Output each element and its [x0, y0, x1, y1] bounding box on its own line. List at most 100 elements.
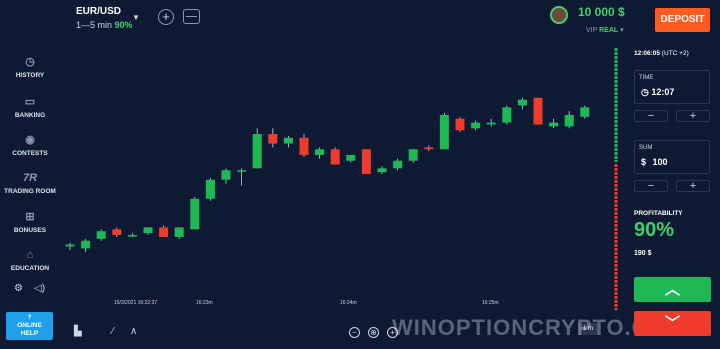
gear-icon[interactable]: ⚙ — [14, 283, 23, 294]
candle-body — [159, 227, 169, 237]
account-prefix: VIP — [586, 27, 598, 34]
candle-body — [549, 122, 559, 127]
candle-body — [439, 114, 449, 150]
account-balance[interactable]: 10 000 $ — [578, 5, 625, 19]
candle-body — [315, 149, 325, 155]
clock-icon: ◷ — [641, 87, 649, 97]
sum-field-value: $ 100 — [641, 157, 668, 167]
candle-body — [112, 229, 122, 236]
deposit-button[interactable]: DEPOSIT — [655, 8, 710, 32]
asset-expiry: 1—5 min 90% — [76, 20, 133, 30]
candle-body — [361, 149, 371, 175]
history-icon: ◷ — [25, 56, 35, 68]
candle-body — [424, 147, 434, 150]
candle-body — [127, 235, 137, 237]
call-up-button[interactable]: ︿ — [634, 277, 711, 302]
profitability-value: 90% — [634, 219, 675, 241]
chevron-up-icon: ︿ — [664, 281, 680, 298]
chart-type-icon[interactable]: ▙ — [74, 326, 82, 337]
gift-icon: ⊞ — [25, 211, 35, 223]
candle-body — [330, 149, 340, 165]
help-label-line2: HELP — [20, 330, 39, 337]
sidebar-item-trading-room[interactable]: 7R TRADING ROOM — [0, 172, 60, 195]
candle-body — [252, 134, 262, 169]
candle-body — [393, 160, 403, 169]
candle-body — [299, 137, 309, 155]
timezone: (UTC +2) — [661, 50, 689, 57]
avatar[interactable] — [550, 6, 568, 24]
sidebar-item-label: CONTESTS — [12, 150, 48, 157]
sidebar-item-label: BANKING — [14, 112, 46, 119]
candle-body — [346, 154, 356, 161]
indicators-icon[interactable]: ∧ — [130, 326, 137, 337]
sidebar-item-history[interactable]: ◷ HISTORY — [0, 56, 60, 79]
sidebar-item-label: HISTORY — [15, 72, 45, 79]
candle-body — [377, 168, 387, 173]
chevron-down-icon[interactable]: ▼ — [132, 13, 140, 22]
sidebar-item-contests[interactable]: ◉ CONTESTS — [0, 134, 60, 157]
candle-body — [65, 244, 75, 247]
online-help-button[interactable]: ? ONLINE HELP — [6, 312, 53, 340]
expiry-range: 1—5 min — [76, 20, 113, 30]
time-decrease-button[interactable]: − — [634, 110, 668, 122]
server-time: 12:06:05 — [634, 50, 661, 57]
candle-body — [81, 240, 91, 249]
candle-body — [564, 114, 574, 127]
candle-body — [283, 137, 293, 144]
candle-body — [502, 107, 512, 123]
asset-payout: 90% — [114, 20, 133, 30]
put-down-button[interactable]: ﹀ — [634, 311, 711, 336]
sum-field-label: SUM — [639, 145, 653, 151]
currency-symbol: $ — [641, 157, 647, 167]
candle-body — [143, 227, 153, 234]
candle-body — [471, 122, 481, 129]
time-label: 16:25m — [482, 300, 499, 306]
candle-body — [268, 134, 278, 144]
sidebar-item-education[interactable]: ⌂ EDUCATION — [0, 249, 60, 272]
layout-toggle-button[interactable] — [183, 9, 200, 24]
profitability-label: PROFITABILITY — [634, 210, 683, 217]
trophy-icon: ◉ — [25, 134, 35, 146]
sum-decrease-button[interactable]: − — [634, 180, 668, 192]
reset-zoom-icon[interactable]: ⊕ — [368, 327, 379, 338]
time-field[interactable]: TIME ◷ 12:07 — [634, 70, 710, 104]
time-field-value: ◷ 12:07 — [641, 87, 674, 98]
sum-field[interactable]: SUM $ 100 — [634, 140, 710, 174]
candle-body — [408, 149, 418, 161]
candle-body — [205, 179, 215, 199]
sound-icon[interactable]: ◁) — [34, 283, 45, 294]
sum-value: 100 — [652, 157, 668, 167]
asset-name[interactable]: EUR/USD — [76, 6, 121, 17]
time-label: 16:23m — [196, 300, 213, 306]
candle-body — [237, 170, 247, 172]
sidebar-item-label: BONUSES — [13, 227, 47, 234]
time-value: 12:07 — [651, 87, 675, 97]
time-label: 15/3/2021 16:22:37 — [114, 300, 158, 306]
candle-body — [580, 107, 590, 117]
sidebar-item-label: EDUCATION — [10, 265, 50, 272]
zoom-out-icon[interactable]: − — [349, 327, 360, 338]
help-label-line1: ONLINE — [17, 322, 42, 329]
tr-logo-icon: 7R — [22, 172, 38, 184]
candle-body — [221, 170, 231, 180]
account-type[interactable]: VIP REAL ▾ — [586, 26, 624, 34]
payout-amount: 190 $ — [634, 250, 652, 257]
sidebar-item-label: TRADING ROOM — [4, 188, 56, 195]
top-bar: EUR/USD 1—5 min 90% ▼ + 10 000 $ VIP REA… — [0, 0, 720, 44]
candle-body — [533, 97, 543, 125]
candlestick-chart[interactable] — [60, 44, 620, 314]
wallet-icon: ▭ — [24, 96, 36, 108]
candle-body — [486, 122, 496, 125]
sidebar-item-bonuses[interactable]: ⊞ BONUSES — [0, 211, 60, 234]
time-increase-button[interactable]: + — [676, 110, 710, 122]
candle-body — [96, 231, 106, 239]
draw-line-icon[interactable]: ⁄ — [112, 326, 114, 337]
candle-body — [517, 99, 527, 106]
sidebar-item-banking[interactable]: ▭ BANKING — [0, 96, 60, 119]
chevron-down-icon: ▾ — [620, 27, 624, 34]
question-icon: ? — [27, 314, 32, 321]
candle-body — [455, 118, 465, 131]
add-asset-button[interactable]: + — [158, 9, 174, 25]
time-label: 16:24m — [340, 300, 357, 306]
sum-increase-button[interactable]: + — [676, 180, 710, 192]
